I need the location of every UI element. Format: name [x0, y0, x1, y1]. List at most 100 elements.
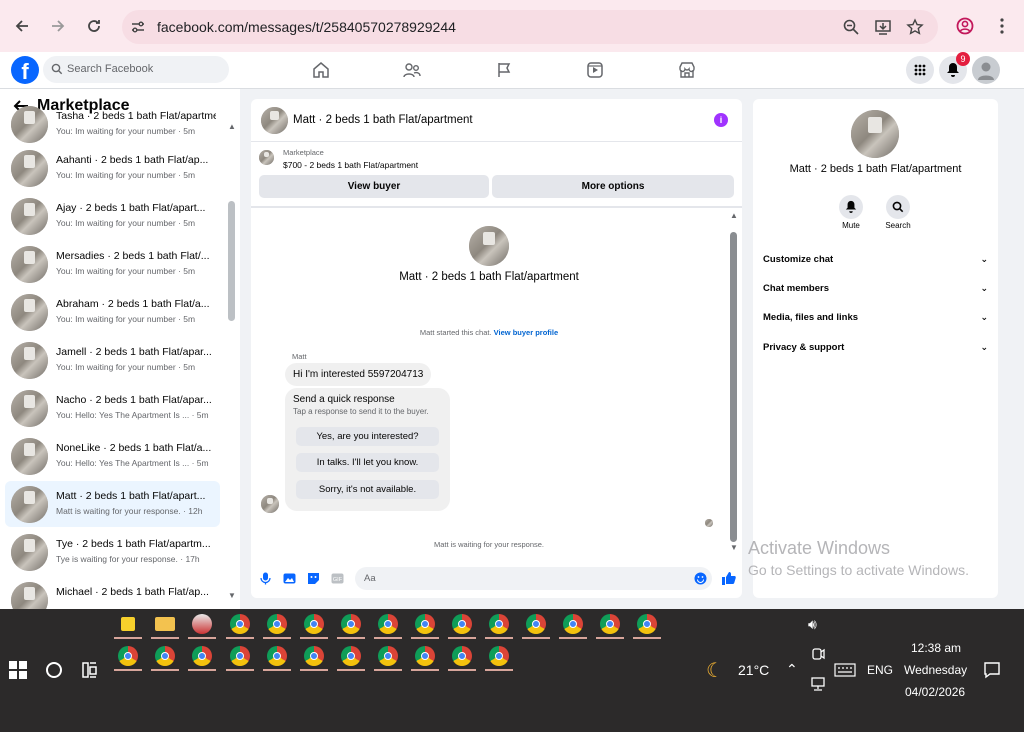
task-view-icon[interactable] — [81, 661, 99, 679]
chrome-icon[interactable] — [118, 646, 138, 666]
chrome-icon[interactable] — [230, 614, 250, 634]
scrollbar-thumb[interactable] — [228, 201, 235, 321]
view-buyer-button[interactable]: View buyer — [259, 175, 489, 198]
conversation-item[interactable]: Jamell · 2 beds 1 bath Flat/apar... You: … — [5, 337, 220, 383]
file-explorer-icon[interactable] — [155, 617, 175, 631]
sticker-icon[interactable] — [307, 572, 320, 585]
site-info-icon[interactable] — [130, 19, 146, 35]
clock-day[interactable]: Wednesday — [904, 663, 967, 677]
chrome-icon[interactable] — [600, 614, 620, 634]
chrome-icon[interactable] — [341, 614, 361, 634]
conversation-item[interactable]: Ajay · 2 beds 1 bath Flat/apart... You: I… — [5, 193, 220, 239]
conversation-item[interactable]: Tye · 2 beds 1 bath Flat/apartm... Tye is… — [5, 529, 220, 575]
moon-weather-icon[interactable]: ☾ — [706, 658, 724, 683]
chat-title[interactable]: Matt · 2 beds 1 bath Flat/apartment — [293, 114, 473, 126]
chrome-icon[interactable] — [267, 614, 287, 634]
chrome-icon[interactable] — [192, 646, 212, 666]
chevron-up-icon[interactable]: ⌃ — [786, 661, 798, 678]
chat-scrollbar-thumb[interactable] — [730, 232, 737, 542]
clock-time[interactable]: 12:38 am — [911, 641, 961, 655]
zoom-icon[interactable] — [842, 18, 860, 36]
microphone-icon[interactable] — [259, 572, 272, 585]
install-app-icon[interactable] — [874, 18, 892, 36]
friends-icon[interactable] — [403, 61, 421, 79]
chrome-icon[interactable] — [378, 614, 398, 634]
conversation-item[interactable]: Mersadies · 2 beds 1 bath Flat/... You: I… — [5, 241, 220, 287]
conversation-item[interactable]: Nacho · 2 beds 1 bath Flat/apar... You: H… — [5, 385, 220, 431]
windows-start-icon[interactable] — [9, 661, 27, 679]
conversation-item[interactable]: Abraham · 2 beds 1 bath Flat/a... You: Im… — [5, 289, 220, 335]
chrome-icon[interactable] — [526, 614, 546, 634]
forward-icon[interactable] — [46, 14, 70, 38]
chrome-icon[interactable] — [489, 614, 509, 634]
photo-icon[interactable] — [283, 572, 296, 585]
chrome-icon[interactable] — [230, 646, 250, 666]
chrome-icon[interactable] — [415, 646, 435, 666]
search-button[interactable] — [886, 195, 910, 219]
search-circle-icon[interactable] — [45, 661, 63, 679]
facebook-logo[interactable]: f — [11, 56, 39, 84]
chrome-icon[interactable] — [489, 646, 509, 666]
address-bar[interactable]: facebook.com/messages/t/2584057027892924… — [122, 10, 938, 44]
message-input[interactable]: Aa — [355, 567, 712, 590]
gif-icon[interactable]: GIF — [331, 572, 344, 585]
like-thumb-icon[interactable] — [721, 571, 736, 586]
browser-menu-icon[interactable] — [994, 17, 1010, 35]
menu-grid-button[interactable] — [906, 56, 934, 84]
chrome-icon[interactable] — [452, 614, 472, 634]
clock-date[interactable]: 04/02/2026 — [905, 685, 965, 699]
quick-response-option[interactable]: In talks. I'll let you know. — [296, 453, 439, 472]
media-files-links-item[interactable]: Media, files and links ⌄ — [763, 312, 988, 323]
meet-now-icon[interactable] — [810, 646, 826, 662]
quick-response-option[interactable]: Yes, are you interested? — [296, 427, 439, 446]
conversation-item[interactable]: Tasha · 2 beds 1 bath Flat/apartment You:… — [5, 101, 220, 147]
conversation-item[interactable]: Matt · 2 beds 1 bath Flat/apart... Matt i… — [5, 481, 220, 527]
scroll-down-icon[interactable]: ▼ — [228, 591, 236, 600]
chrome-icon[interactable] — [155, 646, 175, 666]
profile-icon[interactable] — [956, 17, 974, 35]
buyer-avatar-large[interactable] — [469, 226, 509, 266]
url-text[interactable]: facebook.com/messages/t/2584057027892924… — [157, 19, 456, 35]
more-options-button[interactable]: More options — [492, 175, 734, 198]
conversation-item[interactable]: Aahanti · 2 beds 1 bath Flat/ap... You: I… — [5, 145, 220, 191]
conversation-item[interactable]: Michael · 2 beds 1 bath Flat/ap... — [5, 577, 220, 609]
chrome-icon[interactable] — [415, 614, 435, 634]
profile-avatar[interactable] — [851, 110, 899, 158]
sticky-notes-icon[interactable] — [121, 617, 135, 631]
notification-center-icon[interactable] — [983, 661, 1001, 679]
chat-scroll-down-icon[interactable]: ▼ — [730, 543, 738, 552]
home-icon[interactable] — [312, 61, 330, 79]
reload-icon[interactable] — [82, 14, 106, 38]
volume-icon[interactable]: 🔊︎ — [808, 616, 817, 633]
chrome-icon[interactable] — [378, 646, 398, 666]
chrome-icon[interactable] — [304, 614, 324, 634]
customize-chat-item[interactable]: Customize chat ⌄ — [763, 254, 988, 265]
conversation-item[interactable]: NoneLike · 2 beds 1 bath Flat/a... You: H… — [5, 433, 220, 479]
facebook-search-input[interactable]: Search Facebook — [43, 56, 229, 83]
language-indicator[interactable]: ENG — [867, 663, 893, 677]
privacy-support-item[interactable]: Privacy & support ⌄ — [763, 342, 988, 353]
scroll-up-icon[interactable]: ▲ — [228, 122, 236, 131]
mute-button[interactable] — [839, 195, 863, 219]
info-icon[interactable]: i — [714, 113, 728, 127]
quick-response-option[interactable]: Sorry, it's not available. — [296, 480, 439, 499]
video-icon[interactable] — [586, 61, 604, 79]
marketplace-icon[interactable] — [678, 61, 696, 79]
chat-members-item[interactable]: Chat members ⌄ — [763, 283, 988, 294]
chat-scroll-up-icon[interactable]: ▲ — [730, 211, 738, 220]
chrome-icon[interactable] — [637, 614, 657, 634]
bookmark-star-icon[interactable] — [906, 18, 924, 36]
pages-flag-icon[interactable] — [495, 61, 513, 79]
app-icon[interactable] — [192, 614, 212, 634]
chat-avatar[interactable] — [261, 107, 288, 134]
profile-name[interactable]: Matt · 2 beds 1 bath Flat/apartment — [753, 163, 998, 175]
chrome-icon[interactable] — [452, 646, 472, 666]
view-buyer-profile-link[interactable]: View buyer profile — [494, 328, 558, 337]
temperature[interactable]: 21°C — [738, 662, 769, 678]
chrome-icon[interactable] — [341, 646, 361, 666]
emoji-icon[interactable] — [694, 572, 707, 585]
network-icon[interactable] — [810, 676, 826, 692]
chrome-icon[interactable] — [304, 646, 324, 666]
account-avatar[interactable] — [972, 56, 1000, 84]
back-icon[interactable] — [10, 14, 34, 38]
